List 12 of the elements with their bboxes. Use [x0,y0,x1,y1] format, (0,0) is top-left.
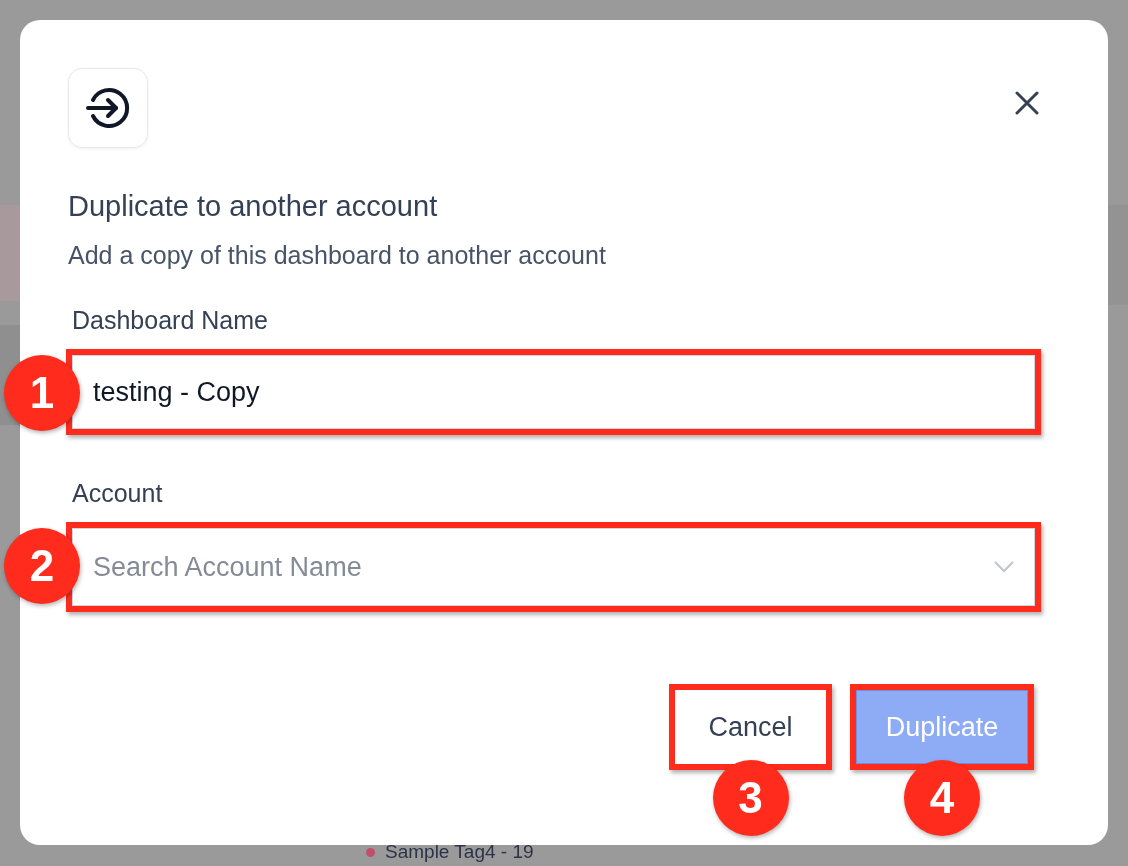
cancel-button[interactable]: Cancel [675,690,826,764]
callout-number: 4 [904,760,980,836]
field-label: Account [72,479,164,508]
chevron-down-icon [994,561,1014,573]
field-label: Dashboard Name [72,306,269,335]
name-field[interactable]: testing - Copy [72,355,1035,429]
legend-label: Sample Tag4 - 19 [385,841,534,863]
dialog-title: Duplicate to another account [68,190,439,223]
close-icon[interactable] [1014,90,1040,116]
dialog-subtitle: Add a copy of this dashboard to another account [68,241,607,270]
callout-number: 3 [712,760,789,836]
callout-number: 2 [4,528,80,604]
